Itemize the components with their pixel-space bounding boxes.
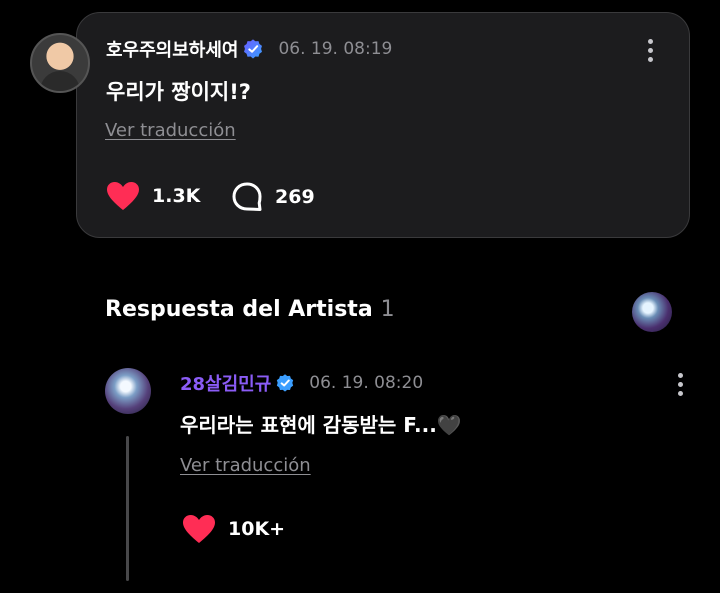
verified-badge-icon <box>244 39 263 59</box>
post-more-options-icon[interactable] <box>648 39 654 62</box>
artist-response-header: Respuesta del Artista 1 <box>105 297 395 322</box>
heart-icon <box>183 515 215 543</box>
verified-check-icon <box>277 374 294 392</box>
post-author-name[interactable]: 호우주의보하세여 <box>106 36 238 62</box>
reply-like-button[interactable]: 10K+ <box>182 514 285 544</box>
post-like-button[interactable]: 1.3K <box>106 181 200 211</box>
reply-author-row: 28살김민규 06. 19. 08:20 <box>180 370 423 396</box>
artist-response-count: 1 <box>380 297 395 322</box>
post-comment-button[interactable]: 269 <box>231 181 315 213</box>
post-like-count: 1.3K <box>152 185 201 207</box>
reply-timestamp: 06. 19. 08:20 <box>309 373 424 393</box>
post-author-row: 호우주의보하세여 06. 19. 08:19 <box>106 36 392 62</box>
reply-like-count: 10K+ <box>228 518 286 540</box>
post-comment-count: 269 <box>275 186 315 208</box>
reply-author-name[interactable]: 28살김민규 <box>180 370 271 396</box>
comment-bubble-icon <box>232 182 262 211</box>
thread-line <box>126 436 129 581</box>
post-timestamp: 06. 19. 08:19 <box>278 39 393 59</box>
post-author-avatar[interactable] <box>30 33 90 93</box>
heart-icon <box>107 182 139 210</box>
artist-response-title: Respuesta del Artista <box>105 297 373 322</box>
reply-text: 우리라는 표현에 감동받는 F...🖤 <box>180 413 462 437</box>
reply-translate-link[interactable]: Ver traducción <box>180 455 311 476</box>
reply-more-options-icon[interactable] <box>678 373 684 396</box>
post-text: 우리가 짱이지!? <box>106 80 251 104</box>
artist-avatar-small[interactable] <box>632 292 672 332</box>
reply-author-avatar[interactable] <box>105 368 151 414</box>
post-translate-link[interactable]: Ver traducción <box>105 120 236 141</box>
